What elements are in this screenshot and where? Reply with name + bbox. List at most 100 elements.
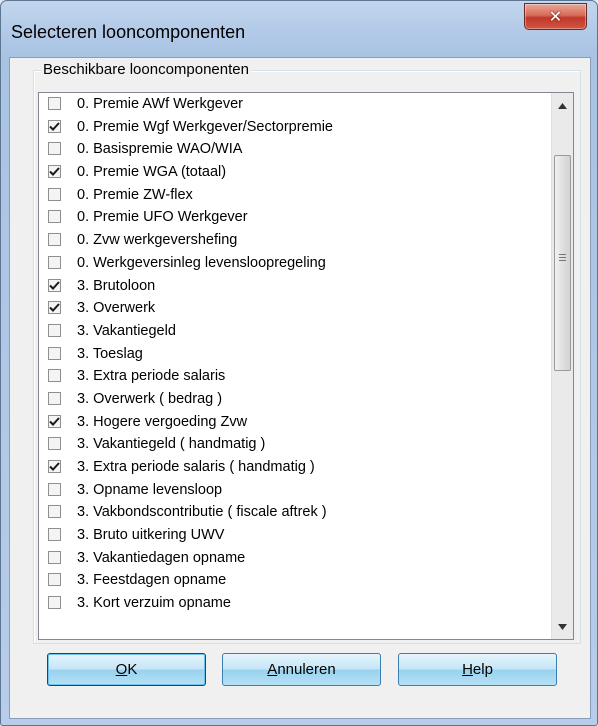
ok-button[interactable]: OK: [47, 653, 206, 686]
checklist-item-label: 3. Vakbondscontributie ( fiscale aftrek …: [77, 504, 327, 521]
checklist-item[interactable]: 3. Extra periode salaris: [39, 365, 549, 388]
checkmark-icon: [49, 416, 60, 426]
checkbox[interactable]: [48, 301, 61, 315]
window-title: Selecteren looncomponenten: [11, 22, 246, 42]
checkbox[interactable]: [48, 210, 61, 224]
checkbox[interactable]: [48, 142, 61, 156]
checkbox[interactable]: [48, 391, 61, 405]
available-components-group: Beschikbare looncomponenten 0. Premie AW…: [33, 61, 581, 644]
checklist-item[interactable]: 3. Vakbondscontributie ( fiscale aftrek …: [39, 501, 549, 524]
checklist-item-label: 0. Premie WGA (totaal): [77, 164, 227, 181]
cancel-label-rest: nnuleren: [277, 661, 336, 678]
checkbox[interactable]: [48, 255, 61, 269]
checklist-item[interactable]: 3. Brutoloon: [39, 275, 549, 298]
checkbox[interactable]: [48, 437, 61, 451]
checklist-item[interactable]: 3. Opname levensloop: [39, 479, 549, 502]
checkbox[interactable]: [48, 460, 61, 473]
checklist-item[interactable]: 0. Premie AWf Werkgever: [39, 93, 549, 116]
checkbox[interactable]: [48, 323, 61, 337]
checklist-item-label: 0. Zvw werkgevershefing: [77, 232, 238, 249]
checklist-item[interactable]: 3. Toeslag: [39, 343, 549, 366]
title-bar[interactable]: Selecteren looncomponenten ✕: [1, 1, 597, 59]
checklist-item-label: 3. Opname levensloop: [77, 481, 223, 498]
checklist-item-label: 3. Bruto uitkering UWV: [77, 527, 225, 544]
checkbox[interactable]: [48, 165, 61, 179]
checkbox[interactable]: [48, 119, 61, 133]
checklist-item[interactable]: 3. Kort verzuim opname: [39, 592, 549, 615]
scroll-up-arrow-icon: [558, 102, 567, 109]
checklist-item-label: 3. Hogere vergoeding Zvw: [77, 413, 248, 430]
checkbox[interactable]: [48, 482, 61, 496]
scroll-down-button[interactable]: [552, 616, 573, 637]
help-button[interactable]: Help: [398, 653, 557, 686]
ok-label-rest: K: [127, 661, 138, 678]
checklist-item[interactable]: 3. Vakantiegeld: [39, 320, 549, 343]
checklist-item[interactable]: 3. Vakantiedagen opname: [39, 547, 549, 570]
checklist-item-label: 0. Werkgeversinleg levensloopregeling: [77, 254, 326, 271]
checklist-item-label: 3. Extra periode salaris: [77, 368, 226, 385]
checkbox[interactable]: [48, 187, 61, 201]
checkbox[interactable]: [48, 97, 61, 110]
checklist-item-label: 3. Kort verzuim opname: [77, 595, 231, 612]
checklist-item-label: 0. Premie ZW-flex: [77, 186, 193, 203]
cancel-accelerator: A: [267, 661, 278, 678]
checklist-item[interactable]: 0. Premie WGA (totaal): [39, 161, 549, 184]
checklist-item[interactable]: 0. Werkgeversinleg levensloopregeling: [39, 252, 549, 275]
scroll-down-arrow-icon: [558, 623, 567, 630]
close-button[interactable]: ✕: [524, 3, 587, 30]
checkbox[interactable]: [48, 505, 61, 519]
dialog-client-area: Beschikbare looncomponenten 0. Premie AW…: [9, 57, 591, 719]
checklist-item-label: 0. Premie UFO Werkgever: [77, 209, 248, 226]
checklist-item[interactable]: 3. Overwerk: [39, 297, 549, 320]
checkbox[interactable]: [48, 278, 61, 292]
checklist-item-label: 3. Vakantiegeld ( handmatig ): [77, 436, 266, 453]
checklist-item-label: 0. Basispremie WAO/WIA: [77, 141, 243, 158]
checkbox[interactable]: [48, 550, 61, 564]
checklist-item-label: 0. Premie Wgf Werkgever/Sectorpremie: [77, 118, 333, 135]
checkmark-icon: [49, 167, 60, 177]
checklist-item[interactable]: 0. Zvw werkgevershefing: [39, 229, 549, 252]
checkbox[interactable]: [48, 369, 61, 383]
checklist-item-label: 0. Premie AWf Werkgever: [77, 96, 243, 112]
checklist-item[interactable]: 3. Hogere vergoeding Zvw: [39, 411, 549, 434]
checklist-item-label: 3. Overwerk ( bedrag ): [77, 390, 223, 407]
checkbox[interactable]: [48, 596, 61, 610]
checklist-item-label: 3. Brutoloon: [77, 277, 156, 294]
scroll-up-button[interactable]: [552, 95, 573, 116]
help-label-rest: elp: [472, 661, 493, 678]
close-icon: ✕: [548, 7, 563, 26]
checklist-item-label: 3. Toeslag: [77, 345, 143, 362]
checklist-item[interactable]: 3. Bruto uitkering UWV: [39, 524, 549, 547]
checkbox[interactable]: [48, 528, 61, 542]
checkbox[interactable]: [48, 346, 61, 360]
ok-accelerator: O: [115, 661, 128, 678]
checkbox[interactable]: [48, 414, 61, 428]
dialog-window: Selecteren looncomponenten ✕ Beschikbare…: [0, 0, 598, 726]
checklist-item-label: 3. Vakantiegeld: [77, 322, 176, 339]
cancel-button[interactable]: Annuleren: [222, 653, 381, 686]
checklist-item-label: 3. Extra periode salaris ( handmatig ): [77, 459, 315, 475]
checklist-item[interactable]: 0. Basispremie WAO/WIA: [39, 138, 549, 161]
checklist-item[interactable]: 3. Overwerk ( bedrag ): [39, 388, 549, 411]
checklist-item[interactable]: 0. Premie UFO Werkgever: [39, 206, 549, 229]
checkmark-icon: [49, 280, 60, 290]
checklist-item[interactable]: 3. Feestdagen opname: [39, 569, 549, 592]
scrollbar-thumb[interactable]: [554, 155, 571, 371]
checklist-item[interactable]: 0. Premie ZW-flex: [39, 184, 549, 207]
checkbox[interactable]: [48, 233, 61, 247]
checklist-item[interactable]: 0. Premie Wgf Werkgever/Sectorpremie: [39, 116, 549, 139]
checklist-item[interactable]: 3. Vakantiegeld ( handmatig ): [39, 433, 549, 456]
group-legend: Beschikbare looncomponenten: [41, 61, 251, 78]
checklist-item[interactable]: 3. Extra periode salaris ( handmatig ): [39, 456, 549, 479]
checklist-item-label: 3. Feestdagen opname: [77, 572, 227, 589]
checkmark-icon: [49, 462, 60, 471]
checkmark-icon: [49, 303, 60, 313]
checklist-item-label: 3. Overwerk: [77, 300, 156, 317]
checklist-items: 0. Premie AWf Werkgever 0. Premie Wgf Wer…: [39, 93, 549, 615]
checkbox[interactable]: [48, 573, 61, 587]
grip-icon: [559, 254, 566, 261]
components-checklist[interactable]: 0. Premie AWf Werkgever 0. Premie Wgf Wer…: [38, 92, 574, 640]
button-row: OK Annuleren Help: [10, 653, 590, 693]
vertical-scrollbar[interactable]: [551, 93, 573, 639]
checkmark-icon: [49, 122, 60, 131]
